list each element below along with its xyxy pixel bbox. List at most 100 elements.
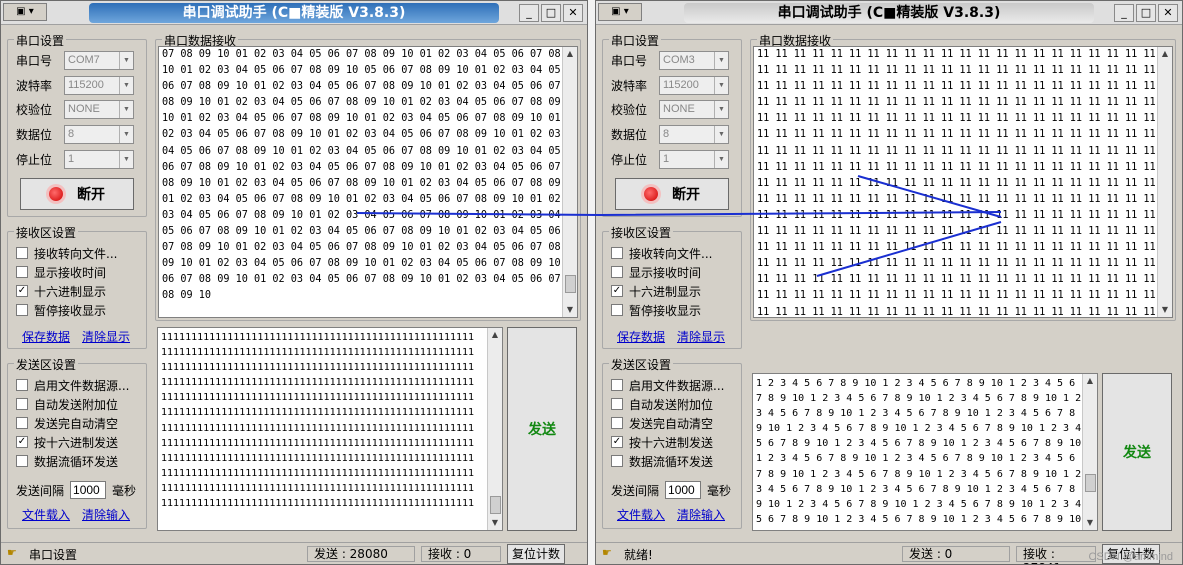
parity-select[interactable]: NONE ▼: [659, 99, 729, 119]
recv-option-checkbox[interactable]: 接收转向文件...: [16, 244, 117, 262]
recv-option-label: 显示接收时间: [629, 265, 702, 280]
file-load-link[interactable]: 文件载入: [617, 506, 665, 523]
send-option-checkbox[interactable]: 启用文件数据源...: [611, 376, 724, 394]
scroll-thumb[interactable]: [565, 275, 576, 293]
checkbox[interactable]: [611, 247, 623, 259]
checkbox[interactable]: [16, 379, 28, 391]
parity-select[interactable]: NONE ▼: [64, 99, 134, 119]
clear-display-link[interactable]: 清除显示: [82, 328, 130, 345]
recv-option-checkbox[interactable]: 接收转向文件...: [611, 244, 712, 262]
scroll-up-icon[interactable]: ▲: [1083, 374, 1097, 388]
stopbits-select[interactable]: 1 ▼: [64, 149, 134, 169]
databits-select[interactable]: 8 ▼: [659, 124, 729, 144]
databits-select[interactable]: 8 ▼: [64, 124, 134, 144]
send-option-label: 自动发送附加位: [34, 397, 119, 412]
port-select[interactable]: COM3 ▼: [659, 50, 729, 70]
scroll-up-icon[interactable]: ▲: [488, 328, 502, 342]
send-option-checkbox[interactable]: 自动发送附加位: [611, 395, 713, 413]
scroll-thumb[interactable]: [490, 496, 501, 514]
send-button[interactable]: 发送: [507, 327, 577, 531]
send-text-area[interactable]: 1 2 3 4 5 6 7 8 9 10 1 2 3 4 5 6 7 8 9 1…: [752, 373, 1098, 531]
maximize-button[interactable]: □: [541, 4, 561, 22]
checkbox[interactable]: [16, 266, 28, 278]
checkbox[interactable]: [611, 455, 623, 467]
receive-scrollbar[interactable]: ▲ ▼: [1157, 47, 1172, 317]
checkbox[interactable]: [16, 304, 28, 316]
clear-input-link[interactable]: 清除输入: [82, 506, 130, 523]
close-button[interactable]: ✕: [563, 4, 583, 22]
checkbox[interactable]: [16, 417, 28, 429]
port-row: 串口号 COM3 ▼: [611, 50, 729, 70]
send-option-checkbox[interactable]: 数据流循环发送: [16, 452, 118, 470]
port-row: 串口号 COM7 ▼: [16, 50, 134, 70]
send-option-checkbox[interactable]: 启用文件数据源...: [16, 376, 129, 394]
send-option-checkbox[interactable]: 发送完自动清空: [611, 414, 713, 432]
checkbox[interactable]: ✓: [611, 436, 623, 448]
send-option-checkbox[interactable]: 发送完自动清空: [16, 414, 118, 432]
interval-input[interactable]: 1000: [70, 481, 107, 499]
scroll-down-icon[interactable]: ▼: [488, 516, 502, 530]
open-close-port-button[interactable]: 断开: [615, 178, 729, 210]
send-option-checkbox[interactable]: ✓ 按十六进制发送: [16, 433, 118, 451]
save-data-link[interactable]: 保存数据: [22, 328, 70, 345]
receive-area-group: 串口数据接收 07 08 09 10 01 02 03 04 05 06 07 …: [155, 32, 581, 321]
send-option-label: 数据流循环发送: [34, 454, 119, 469]
scroll-thumb[interactable]: [1085, 474, 1096, 492]
send-option-checkbox[interactable]: 自动发送附加位: [16, 395, 118, 413]
minimize-button[interactable]: _: [519, 4, 539, 22]
scroll-up-icon[interactable]: ▲: [1158, 47, 1172, 61]
checkbox[interactable]: [16, 398, 28, 410]
clear-input-link[interactable]: 清除输入: [677, 506, 725, 523]
port-select[interactable]: COM7 ▼: [64, 50, 134, 70]
receive-text-area[interactable]: 11 11 11 11 11 11 11 11 11 11 11 11 11 1…: [753, 46, 1173, 318]
checkbox[interactable]: [16, 247, 28, 259]
checkbox[interactable]: [611, 379, 623, 391]
interval-input[interactable]: 1000: [665, 481, 702, 499]
system-menu-button[interactable]: ▣ ▾: [598, 3, 642, 21]
checkbox[interactable]: ✓: [16, 285, 28, 297]
receive-scrollbar[interactable]: ▲ ▼: [562, 47, 577, 317]
send-option-checkbox[interactable]: 数据流循环发送: [611, 452, 713, 470]
recv-option-checkbox[interactable]: 暂停接收显示: [16, 301, 106, 319]
send-option-checkbox[interactable]: ✓ 按十六进制发送: [611, 433, 713, 451]
clear-display-link[interactable]: 清除显示: [677, 328, 725, 345]
send-option-label: 发送完自动清空: [629, 416, 714, 431]
recv-option-checkbox[interactable]: ✓ 十六进制显示: [16, 282, 106, 300]
recv-option-checkbox[interactable]: 显示接收时间: [16, 263, 106, 281]
scroll-down-icon[interactable]: ▼: [563, 303, 577, 317]
receive-text-area[interactable]: 07 08 09 10 01 02 03 04 05 06 07 08 09 1…: [158, 46, 578, 318]
scroll-up-icon[interactable]: ▲: [563, 47, 577, 61]
checkbox[interactable]: [611, 417, 623, 429]
status-text: 就绪!: [624, 548, 653, 562]
save-data-link[interactable]: 保存数据: [617, 328, 665, 345]
group-title: 串口设置: [14, 32, 67, 49]
databits-row: 数据位 8 ▼: [611, 124, 729, 144]
stopbits-label: 停止位: [16, 152, 53, 167]
close-button[interactable]: ✕: [1158, 4, 1178, 22]
scroll-down-icon[interactable]: ▼: [1158, 303, 1172, 317]
send-scrollbar[interactable]: ▲ ▼: [1082, 374, 1097, 530]
file-load-link[interactable]: 文件载入: [22, 506, 70, 523]
checkbox[interactable]: [611, 266, 623, 278]
reset-count-button[interactable]: 复位计数: [507, 544, 565, 564]
send-text-area[interactable]: 1111111111111111111111111111111111111111…: [157, 327, 503, 531]
scroll-down-icon[interactable]: ▼: [1083, 516, 1097, 530]
minimize-button[interactable]: _: [1114, 4, 1134, 22]
system-menu-button[interactable]: ▣ ▾: [3, 3, 47, 21]
recv-option-checkbox[interactable]: 暂停接收显示: [611, 301, 701, 319]
checkbox[interactable]: ✓: [611, 285, 623, 297]
recv-option-checkbox[interactable]: ✓ 十六进制显示: [611, 282, 701, 300]
send-button[interactable]: 发送: [1102, 373, 1172, 531]
baud-select[interactable]: 115200 ▼: [659, 75, 729, 95]
baud-select[interactable]: 115200 ▼: [64, 75, 134, 95]
send-scrollbar[interactable]: ▲ ▼: [487, 328, 502, 530]
open-close-port-button[interactable]: 断开: [20, 178, 134, 210]
recv-option-checkbox[interactable]: 显示接收时间: [611, 263, 701, 281]
stopbits-select[interactable]: 1 ▼: [659, 149, 729, 169]
checkbox[interactable]: [611, 398, 623, 410]
checkbox[interactable]: [16, 455, 28, 467]
checkbox[interactable]: [611, 304, 623, 316]
port-status-icon: [644, 187, 658, 201]
maximize-button[interactable]: □: [1136, 4, 1156, 22]
checkbox[interactable]: ✓: [16, 436, 28, 448]
